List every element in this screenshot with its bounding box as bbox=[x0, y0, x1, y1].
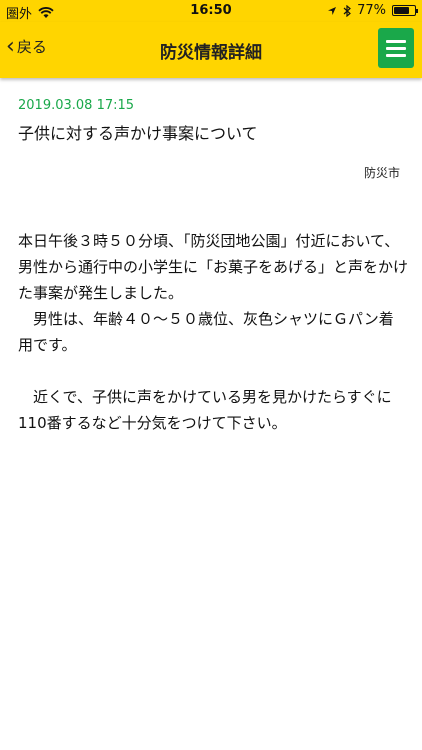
article-date: 2019.03.08 17:15 bbox=[18, 98, 135, 113]
hamburger-menu-button[interactable] bbox=[378, 28, 414, 68]
status-bar: 圏外 16:50 77% bbox=[0, 0, 422, 22]
article-body: 本日午後３時５０分頃、「防災団地公園」付近において、男性から通行中の小学生に「お… bbox=[18, 232, 409, 432]
bluetooth-icon bbox=[343, 4, 352, 17]
page-title: 防災情報詳細 bbox=[160, 43, 262, 63]
article-content: 2019.03.08 17:15 子供に対する声かけ事案について 防災市 本日午… bbox=[0, 78, 422, 750]
menu-line-icon bbox=[386, 46, 406, 50]
article-headline: 子供に対する声かけ事案について bbox=[18, 124, 258, 143]
menu-line-icon bbox=[386, 39, 406, 43]
battery-icon bbox=[392, 5, 418, 16]
battery-percent: 77% bbox=[357, 3, 386, 18]
location-arrow-icon bbox=[328, 6, 337, 15]
article-source: 防災市 bbox=[363, 166, 400, 180]
navigation-bar: ‹ 戻る 防災情報詳細 bbox=[0, 22, 422, 78]
status-right: 77% bbox=[327, 3, 418, 18]
menu-line-icon bbox=[386, 53, 406, 57]
battery-level bbox=[394, 7, 409, 14]
